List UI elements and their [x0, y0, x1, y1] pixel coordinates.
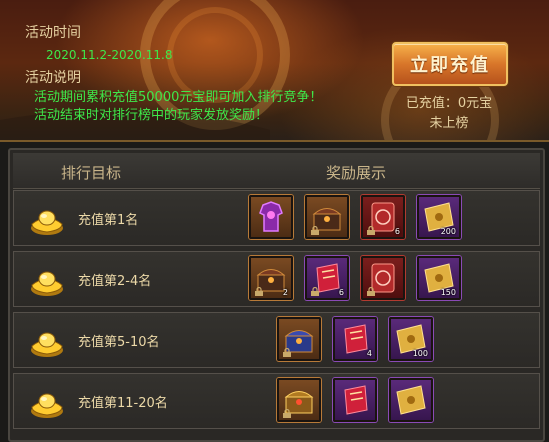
rank-label: 充值第5-10名: [78, 335, 160, 350]
rank-label: 充值第2-4名: [78, 274, 152, 289]
rank-label: 充值第11-20名: [78, 396, 168, 411]
rank-row: 充值第11-20名: [13, 373, 540, 429]
gold-ingot-icon: [28, 200, 66, 238]
item-count: 4: [366, 349, 372, 358]
reward-item[interactable]: [277, 378, 321, 422]
lock-icon: [282, 348, 292, 357]
reward-item[interactable]: 2: [249, 256, 293, 300]
topup-now-button[interactable]: 立即充值: [392, 42, 508, 86]
reward-item[interactable]: 6: [361, 195, 405, 239]
reward-item[interactable]: [305, 195, 349, 239]
rank-status: 未上榜: [429, 116, 469, 131]
rank-label: 充值第1名: [78, 213, 139, 228]
event-time-label: 活动时间: [25, 25, 81, 41]
reward-item[interactable]: 4: [333, 317, 377, 361]
item-count: 6: [338, 288, 344, 297]
gold-ingot-icon: [28, 322, 66, 360]
recharged-amount: 已充值：0元宝: [405, 96, 493, 111]
lock-icon: [310, 287, 320, 296]
lock-icon: [310, 226, 320, 235]
reward-item[interactable]: 150: [417, 256, 461, 300]
ranking-panel: 排行目标 奖励展示 充值第1名 6 200 充值第2-4名 2 6 150 充值第5-10名 4…: [8, 148, 545, 442]
lock-icon: [254, 287, 264, 296]
rank-row: 充值第5-10名 4 100: [13, 312, 540, 368]
lock-icon: [366, 287, 376, 296]
reward-item[interactable]: [277, 317, 321, 361]
rank-row: 充值第1名 6 200: [13, 190, 540, 246]
event-date-range: 2020.11.2-2020.11.8: [46, 48, 173, 62]
item-count: 200: [440, 227, 456, 236]
event-desc-line-2: 活动结束时对排行榜中的玩家发放奖励！: [34, 108, 269, 123]
reward-item[interactable]: [249, 195, 293, 239]
reward-item[interactable]: [361, 256, 405, 300]
item-count: 2: [282, 288, 288, 297]
item-count: 150: [440, 288, 456, 297]
gold-ingot-icon: [28, 383, 66, 421]
column-rewards-header: 奖励展示: [326, 164, 387, 182]
reward-item[interactable]: 200: [417, 195, 461, 239]
reward-item[interactable]: [333, 378, 377, 422]
rank-row: 充值第2-4名 2 6 150: [13, 251, 540, 307]
event-banner: 活动时间 2020.11.2-2020.11.8 活动说明 活动期间累积充值50…: [0, 0, 549, 142]
column-target-header: 排行目标: [61, 164, 122, 182]
item-count: 6: [394, 227, 400, 236]
reward-item[interactable]: 6: [305, 256, 349, 300]
reward-item[interactable]: 100: [389, 317, 433, 361]
table-header: 排行目标 奖励展示: [13, 153, 540, 189]
event-desc-label: 活动说明: [25, 70, 81, 86]
lock-icon: [366, 226, 376, 235]
reward-item[interactable]: [389, 378, 433, 422]
item-count: 100: [412, 349, 428, 358]
event-desc-line-1: 活动期间累积充值50000元宝即可加入排行竞争！: [34, 90, 323, 105]
lock-icon: [282, 409, 292, 418]
gold-ingot-icon: [28, 261, 66, 299]
